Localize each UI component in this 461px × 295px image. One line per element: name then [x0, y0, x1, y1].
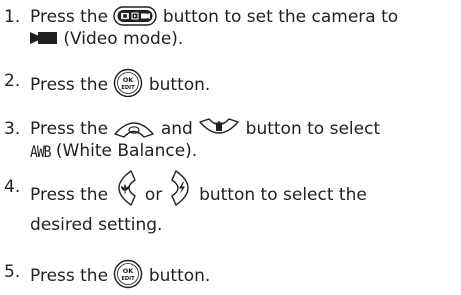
svg-text:EDIT: EDIT [122, 85, 136, 91]
step-number: 2. [4, 71, 21, 91]
step-number: 4. [4, 177, 21, 197]
left-macro-button-icon [115, 169, 137, 207]
ok-edit-button-icon: OK EDIT [113, 259, 143, 289]
step-number: 5. [4, 262, 21, 282]
step-5-line-1: Press the OK EDIT button. [30, 259, 454, 291]
down-delete-button-icon [198, 118, 240, 138]
step-3-line-1: Press the and button to select [30, 118, 381, 139]
step-4-line-2: desired setting. [30, 215, 163, 235]
svg-text:EDIT: EDIT [122, 276, 136, 282]
step-number: 1. [4, 7, 21, 27]
step-1-line-1: Press the button to set the camera to [30, 6, 399, 27]
step-3-line-2: AWB (White Balance). [30, 140, 454, 164]
svg-text:OK: OK [123, 76, 135, 84]
ok-edit-button-icon: OK EDIT [113, 68, 143, 98]
step-number: 3. [4, 119, 21, 139]
awb-label: AWB [30, 143, 52, 162]
up-arrow-button-icon [113, 118, 155, 138]
mode-button-icon [113, 6, 158, 26]
video-camera-icon [30, 30, 58, 46]
svg-text:OK: OK [123, 267, 135, 275]
step-1-line-2: (Video mode). [30, 28, 454, 50]
right-flash-button-icon [170, 169, 192, 207]
step-2-line-1: Press the OK EDIT button. [30, 68, 454, 100]
step-4-line-1: Press the or button to select the [30, 170, 454, 214]
